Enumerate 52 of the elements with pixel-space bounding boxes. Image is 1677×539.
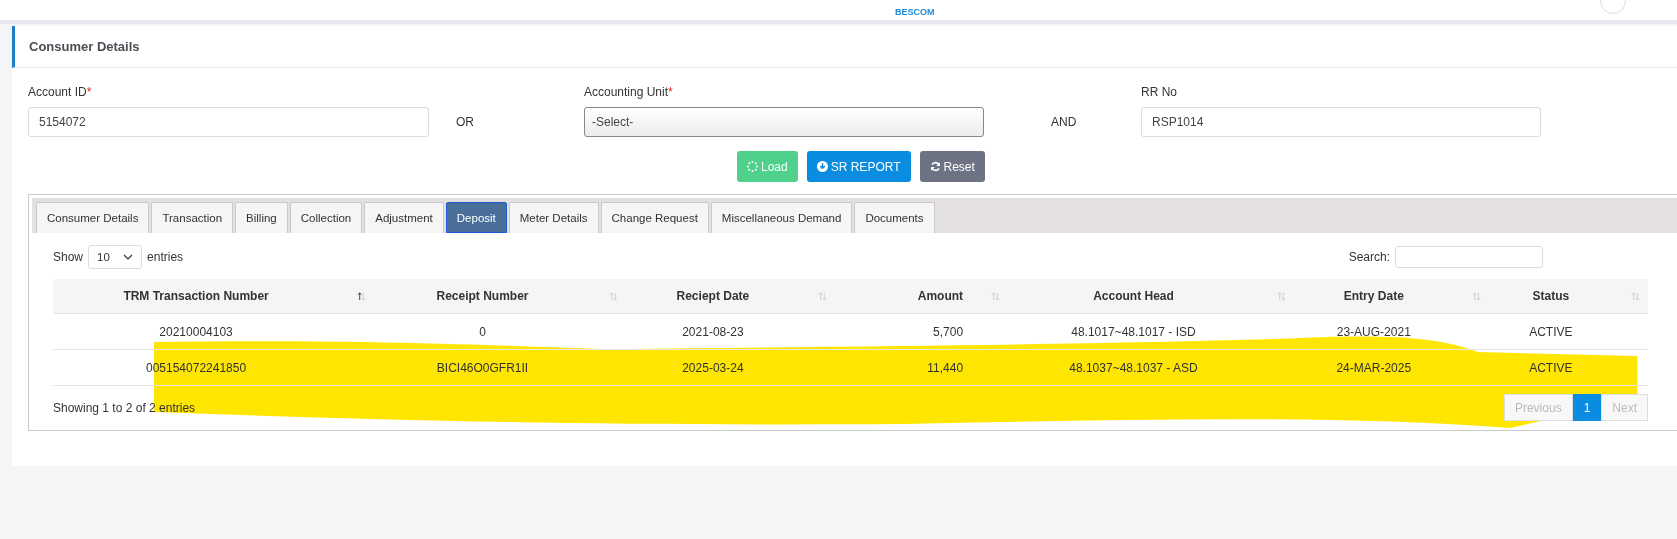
input-field[interactable]: 5154072 (28, 107, 429, 137)
search-label: Search: (1348, 250, 1390, 264)
table-cell: 2021-08-23 (625, 313, 835, 350)
column-header[interactable]: Status (1488, 279, 1648, 314)
input-field[interactable]: RSP1014 (1141, 107, 1541, 137)
table-cell: 0 (374, 313, 626, 350)
tab[interactable]: Change Request (600, 202, 709, 233)
column-header[interactable]: Amount (834, 279, 1009, 314)
logo-text: BESCOM (895, 7, 935, 17)
download-icon (816, 161, 828, 172)
tab[interactable]: Miscellaneous Demand (710, 202, 853, 233)
tab[interactable]: Documents (854, 202, 935, 233)
tab[interactable]: Meter Details (508, 202, 599, 233)
entries-label: entries (147, 250, 184, 264)
column-header[interactable]: Reciept Date (625, 279, 835, 314)
table-cell: 48.1037~48.1037 - ASD (1008, 349, 1294, 386)
table-cell: 48.1017~48.1017 - ISD (1008, 313, 1294, 350)
connector-text: AND (1051, 115, 1077, 129)
show-label: Show (53, 250, 84, 264)
column-header[interactable]: Entry Date (1293, 279, 1489, 314)
refresh-icon (929, 161, 941, 172)
entries-select[interactable]: 10 (88, 245, 143, 269)
tab[interactable]: Deposit (445, 202, 507, 233)
page-button[interactable]: 1 (1572, 394, 1602, 421)
tab[interactable]: Consumer Details (36, 202, 150, 233)
column-header[interactable]: Receipt Number (374, 279, 626, 314)
report-button[interactable]: SR REPORT (806, 151, 911, 182)
spinner-icon (747, 161, 758, 172)
column-header[interactable]: Account Head (1008, 279, 1294, 314)
tab[interactable]: Billing (235, 202, 288, 233)
table-cell: ACTIVE (1488, 349, 1648, 386)
field-label: RR No (1141, 85, 1178, 99)
tab[interactable]: Collection (289, 202, 363, 233)
table-cell: 2025-03-24 (625, 349, 835, 386)
reset-button[interactable]: Reset (919, 151, 985, 182)
table-cell: BICI46O0GFR1II (374, 349, 626, 386)
table-cell: 5,700 (834, 313, 1009, 350)
column-header[interactable]: TRM Transaction Number (53, 279, 375, 314)
search-field[interactable] (1395, 246, 1543, 268)
field-label: Account ID* (28, 85, 93, 99)
select-field[interactable]: -Select- (584, 107, 984, 137)
table-cell: 23-AUG-2021 (1293, 313, 1489, 350)
tab[interactable]: Transaction (151, 202, 234, 233)
table-cell: 11,440 (834, 349, 1009, 386)
field-label: Accounting Unit* (584, 85, 674, 99)
table-cell: ACTIVE (1488, 313, 1648, 350)
connector-text: OR (456, 115, 474, 129)
table-cell: 24-MAR-2025 (1293, 349, 1489, 386)
card-title: Consumer Details (29, 39, 140, 54)
chevron-icon (123, 254, 134, 260)
table-cell: 20210004103 (53, 313, 375, 350)
tab[interactable]: Adjustment (364, 202, 444, 233)
